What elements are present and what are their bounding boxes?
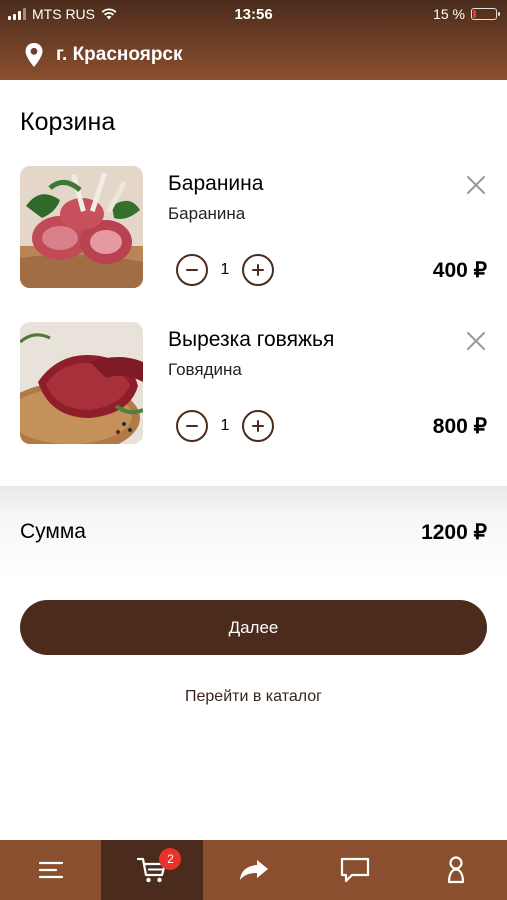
minus-icon — [186, 425, 198, 427]
status-bar: MTS RUS 13:56 15 % — [0, 0, 507, 30]
order-summary: Сумма 1200 ₽ — [0, 486, 507, 582]
quantity-value: 1 — [220, 261, 230, 278]
battery-percent: 15 % — [433, 6, 465, 22]
share-icon — [239, 860, 268, 880]
close-icon[interactable] — [463, 172, 489, 198]
cart-item: Вырезка говяжья Говядина 1 800 ₽ — [0, 322, 507, 452]
close-icon[interactable] — [463, 328, 489, 354]
decrease-quantity-button[interactable] — [176, 410, 208, 442]
plus-icon — [252, 420, 264, 432]
item-category: Говядина — [168, 360, 242, 379]
total-label: Сумма — [20, 520, 86, 543]
cart-count-badge: 2 — [159, 848, 182, 870]
tab-profile[interactable] — [406, 840, 507, 900]
increase-quantity-button[interactable] — [242, 254, 274, 286]
map-pin-icon — [25, 43, 43, 67]
city-name: г. Красноярск — [56, 44, 183, 65]
plus-icon — [252, 264, 264, 276]
battery-icon — [471, 8, 500, 20]
bottom-tab-bar: 2 — [0, 840, 507, 900]
battery-info: 15 % — [433, 6, 500, 22]
item-name: Баранина — [168, 172, 264, 195]
item-price: 400 ₽ — [432, 259, 487, 282]
tab-chat[interactable] — [304, 840, 405, 900]
go-to-catalog-link[interactable]: Перейти в каталог — [0, 688, 507, 706]
item-name: Вырезка говяжья — [168, 328, 335, 351]
total-value: 1200 ₽ — [421, 521, 487, 544]
product-image-lamb[interactable] — [20, 166, 143, 288]
decrease-quantity-button[interactable] — [176, 254, 208, 286]
item-price: 800 ₽ — [432, 415, 487, 438]
page-title: Корзина — [20, 108, 116, 136]
increase-quantity-button[interactable] — [242, 410, 274, 442]
item-category: Баранина — [168, 204, 246, 223]
chat-icon — [340, 857, 370, 883]
product-image-beef[interactable] — [20, 322, 143, 444]
tab-cart[interactable]: 2 — [101, 840, 203, 900]
cart-item: Баранина Баранина 1 400 ₽ — [0, 166, 507, 296]
tab-share[interactable] — [203, 840, 304, 900]
tab-menu[interactable] — [0, 840, 101, 900]
quantity-value: 1 — [220, 417, 230, 434]
location-selector[interactable]: г. Красноярск — [0, 30, 507, 80]
status-time: 13:56 — [234, 6, 273, 23]
menu-icon — [38, 861, 63, 879]
profile-icon — [448, 856, 465, 884]
next-button[interactable]: Далее — [20, 600, 487, 655]
minus-icon — [186, 269, 198, 271]
